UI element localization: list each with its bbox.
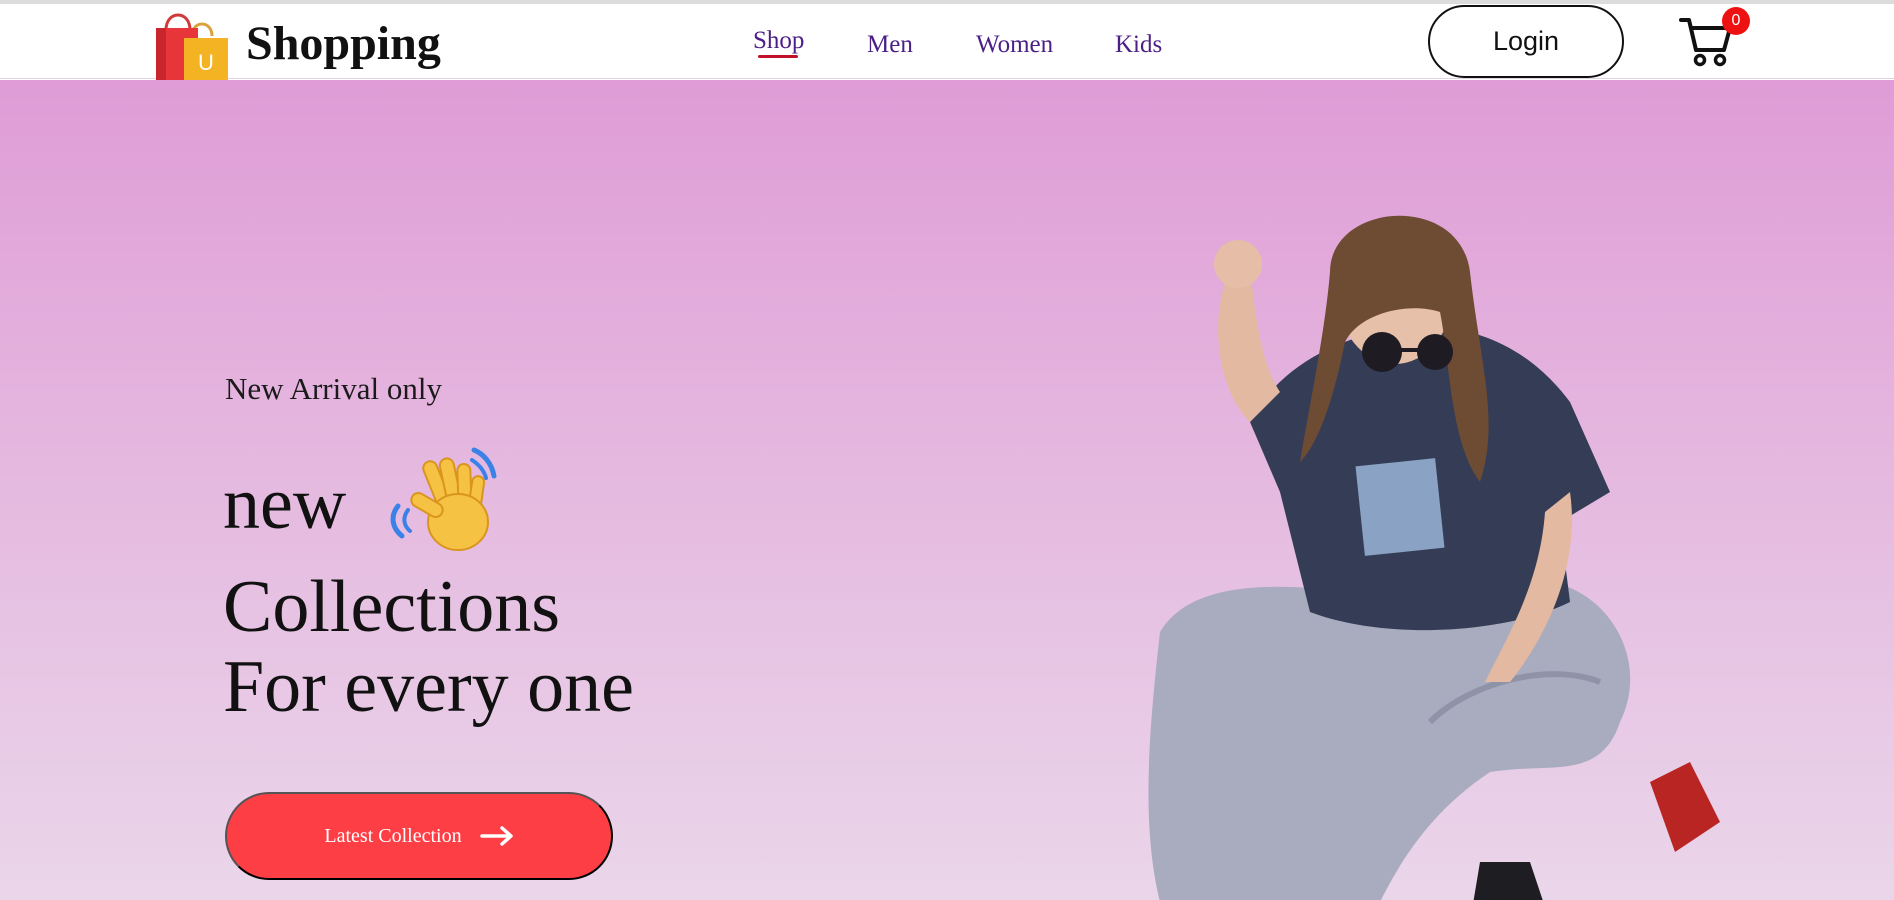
hero-headline-new: new xyxy=(223,463,347,545)
nav-link-kids[interactable]: Kids xyxy=(1115,30,1162,60)
cart-count-badge: 0 xyxy=(1722,7,1750,35)
nav-active-underline xyxy=(758,55,798,58)
latest-collection-label: Latest Collection xyxy=(324,824,462,847)
hero-headline-for-every-one: For every one xyxy=(223,646,634,728)
nav-link-men[interactable]: Men xyxy=(867,30,913,60)
brand-name[interactable]: Shopping xyxy=(246,16,441,72)
shopping-bags-icon[interactable]: U xyxy=(154,8,230,80)
login-button[interactable]: Login xyxy=(1428,5,1624,78)
arrow-right-icon xyxy=(479,826,513,846)
navbar: U Shopping Shop Men Women Kids Login 0 xyxy=(0,4,1894,80)
nav-link-women[interactable]: Women xyxy=(976,30,1053,60)
hero-headline-collections: Collections xyxy=(223,566,561,648)
nav-link-shop[interactable]: Shop xyxy=(753,26,804,56)
waving-hand-icon xyxy=(390,447,497,551)
latest-collection-button[interactable]: Latest Collection xyxy=(225,792,613,880)
hero-section: New Arrival only new Collections For eve… xyxy=(0,80,1894,900)
hero-tagline: New Arrival only xyxy=(225,371,442,406)
model-photo xyxy=(1148,215,1720,900)
logo-letter: U xyxy=(198,50,214,75)
